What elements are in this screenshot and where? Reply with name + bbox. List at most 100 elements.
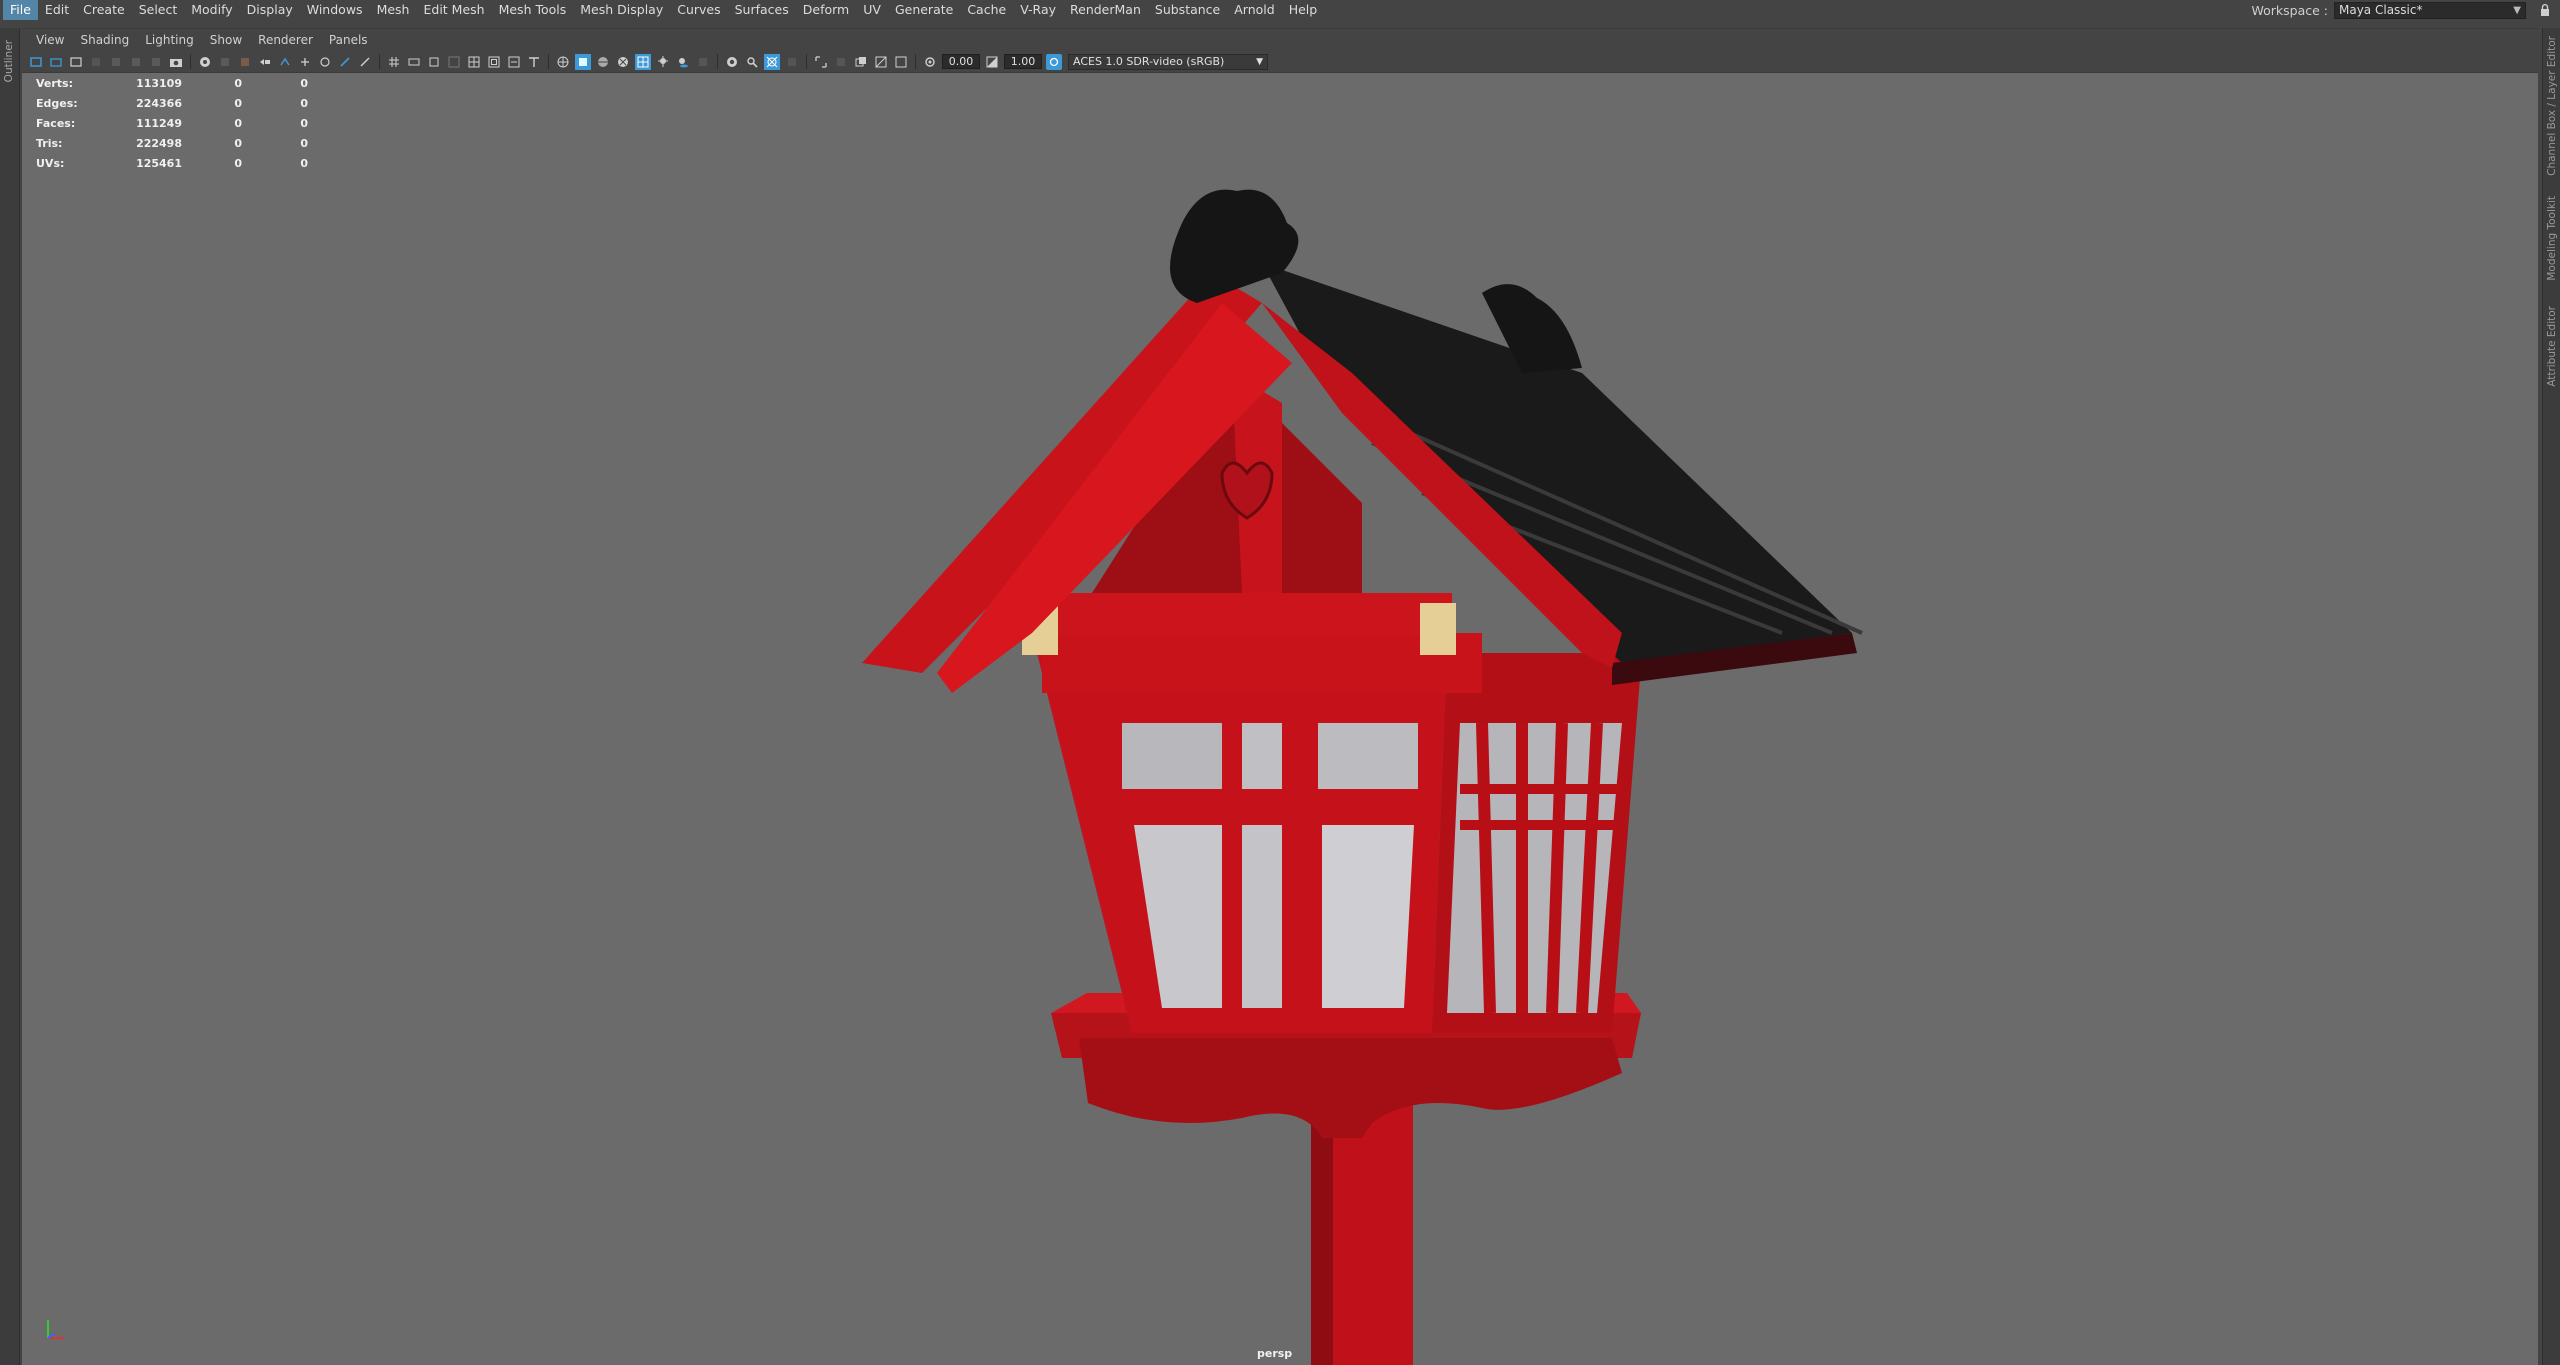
menu-curves[interactable]: Curves: [670, 0, 727, 20]
menu-renderman[interactable]: RenderMan: [1063, 0, 1148, 20]
modeling-toolkit-tab[interactable]: Modeling Toolkit: [2546, 196, 2558, 281]
menu-select[interactable]: Select: [132, 0, 185, 20]
field-chart-icon[interactable]: [317, 54, 333, 70]
title-text-icon[interactable]: [526, 54, 542, 70]
camera-attributes-icon[interactable]: [68, 54, 84, 70]
panel-menu-renderer[interactable]: Renderer: [250, 33, 321, 47]
view-transform-dropdown[interactable]: ACES 1.0 SDR-video (sRGB) ▼: [1068, 53, 1268, 70]
gate-mask-icon[interactable]: [297, 54, 313, 70]
lights-icon[interactable]: [655, 54, 671, 70]
panel-menu-view[interactable]: View: [28, 33, 72, 47]
menu-generate[interactable]: Generate: [888, 0, 960, 20]
wireframe-on-shaded-icon[interactable]: [595, 54, 611, 70]
menu-edit[interactable]: Edit: [38, 0, 76, 20]
isolate-select-icon[interactable]: [813, 54, 829, 70]
depth-of-field-icon[interactable]: [764, 53, 780, 70]
lock-icon[interactable]: [2536, 1, 2554, 19]
menu-cache[interactable]: Cache: [960, 0, 1013, 20]
hud-value: 0: [234, 156, 242, 170]
gamma-icon[interactable]: [984, 54, 1000, 70]
panel-menu-lighting[interactable]: Lighting: [137, 33, 202, 47]
default-material-icon[interactable]: [615, 54, 631, 70]
menu-mesh[interactable]: Mesh: [370, 0, 417, 20]
exposure-icon[interactable]: [922, 54, 938, 70]
exposure-field[interactable]: 0.00: [942, 54, 980, 69]
film-gate-toggle-icon[interactable]: [406, 54, 422, 70]
panel-menu-shading[interactable]: Shading: [72, 33, 137, 47]
hud-value: 0: [234, 76, 242, 90]
safe-action-toggle-icon[interactable]: [486, 54, 502, 70]
safe-title-toggle-icon[interactable]: [506, 54, 522, 70]
smooth-shade-icon[interactable]: [575, 53, 591, 70]
snapshot-camera-icon[interactable]: [168, 54, 184, 70]
right-panel-strip: Channel Box / Layer Editor Modeling Tool…: [2542, 28, 2560, 1365]
menu-arnold[interactable]: Arnold: [1227, 0, 1281, 20]
color-management-icon[interactable]: [1046, 53, 1062, 70]
render-view-icon[interactable]: [197, 54, 213, 70]
resolution-gate-icon[interactable]: [277, 54, 293, 70]
grid-icon[interactable]: [386, 54, 402, 70]
film-gate-icon[interactable]: [257, 54, 273, 70]
menu-vray[interactable]: V-Ray: [1013, 0, 1063, 20]
hud-value: 0: [234, 136, 242, 150]
camera-gate-icon[interactable]: [873, 54, 889, 70]
menu-create[interactable]: Create: [76, 0, 132, 20]
bookmark-icon[interactable]: [88, 54, 104, 70]
menu-uv[interactable]: UV: [856, 0, 888, 20]
grease-pencil-icon[interactable]: [148, 54, 164, 70]
menu-substance[interactable]: Substance: [1148, 0, 1227, 20]
gate-mask-toggle-icon[interactable]: [446, 54, 462, 70]
safe-title-icon[interactable]: [357, 54, 373, 70]
hud-value: 0: [234, 116, 242, 130]
hud-row-verts: Verts: 113109 0 0: [36, 73, 308, 93]
lantern-model[interactable]: [22, 73, 2538, 1365]
menu-surfaces[interactable]: Surfaces: [728, 0, 796, 20]
lock-camera-icon[interactable]: [48, 54, 64, 70]
ipr-icon[interactable]: [217, 54, 233, 70]
workspace-value: Maya Classic*: [2339, 3, 2423, 17]
menu-display[interactable]: Display: [240, 0, 300, 20]
menu-file[interactable]: File: [3, 0, 38, 20]
menu-mesh-display[interactable]: Mesh Display: [573, 0, 670, 20]
viewport-panel[interactable]: View Shading Lighting Show Renderer Pane…: [22, 28, 2538, 1365]
multisample-aa-icon[interactable]: [744, 54, 760, 70]
wireframe-icon[interactable]: [555, 54, 571, 70]
view-transform-icon[interactable]: [893, 54, 909, 70]
safe-action-icon[interactable]: [337, 54, 353, 70]
menu-deform[interactable]: Deform: [796, 0, 856, 20]
hud-icon[interactable]: [784, 54, 800, 70]
hud-label: Tris:: [36, 136, 63, 150]
menu-windows[interactable]: Windows: [300, 0, 370, 20]
resolution-toggle-icon[interactable]: [426, 54, 442, 70]
menu-help[interactable]: Help: [1282, 0, 1325, 20]
lantern-beam: [1022, 593, 1452, 635]
menu-mesh-tools[interactable]: Mesh Tools: [492, 0, 574, 20]
hud-value: 222498: [136, 136, 182, 150]
two-d-pan-icon[interactable]: [128, 54, 144, 70]
outliner-strip: Outliner: [0, 28, 20, 1365]
channel-box-tab[interactable]: Channel Box / Layer Editor: [2546, 36, 2558, 176]
select-camera-icon[interactable]: [28, 54, 44, 70]
render-settings-icon[interactable]: [237, 54, 253, 70]
menu-edit-mesh[interactable]: Edit Mesh: [416, 0, 491, 20]
workspace-dropdown[interactable]: Maya Classic* ▼: [2334, 1, 2526, 19]
outliner-tab[interactable]: Outliner: [3, 40, 15, 82]
shadows-icon[interactable]: [675, 54, 691, 70]
toolbar-separator: [915, 54, 916, 69]
screen-space-ao-icon[interactable]: [695, 54, 711, 70]
panel-menu-show[interactable]: Show: [202, 33, 250, 47]
hud-value: 224366: [136, 96, 182, 110]
xray-icon[interactable]: [635, 53, 651, 70]
view-transform-value: ACES 1.0 SDR-video (sRGB): [1073, 55, 1225, 68]
menu-modify[interactable]: Modify: [184, 0, 239, 20]
xray-joints-icon[interactable]: [833, 54, 849, 70]
field-chart-toggle-icon[interactable]: [466, 54, 482, 70]
attribute-editor-tab[interactable]: Attribute Editor: [2546, 306, 2558, 387]
motion-blur-icon[interactable]: [724, 54, 740, 70]
xray-active-icon[interactable]: [853, 54, 869, 70]
panel-menu-panels[interactable]: Panels: [321, 33, 376, 47]
workspace-control: Workspace : Maya Classic* ▼: [2251, 0, 2560, 20]
chevron-down-icon: ▼: [2513, 4, 2521, 16]
gamma-field[interactable]: 1.00: [1004, 54, 1042, 69]
image-plane-icon[interactable]: [108, 54, 124, 70]
